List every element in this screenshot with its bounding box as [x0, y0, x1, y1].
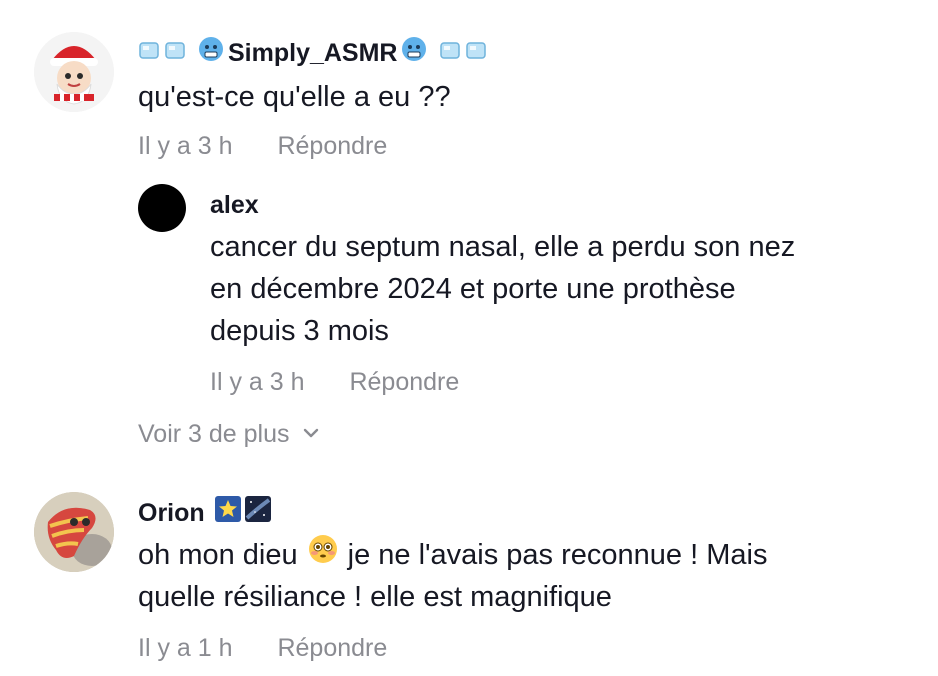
reply-button[interactable]: Répondre [277, 132, 387, 160]
avatar[interactable] [34, 32, 114, 112]
reply-button[interactable]: Répondre [349, 368, 459, 396]
chevron-down-icon [302, 418, 320, 450]
view-more-label: Voir 3 de plus [138, 420, 290, 448]
ice-cube-icon [465, 37, 487, 69]
comment-text-line-2: quelle résiliance ! elle est magnifique [138, 581, 612, 613]
comment-meta: Il y a 3 h Répondre [138, 130, 387, 162]
reply-text-line-2: en décembre 2024 et porte une prothèse [210, 273, 736, 305]
ice-cube-icon [439, 37, 461, 69]
comment-username[interactable]: Orion [138, 496, 271, 530]
username-text: Simply_ASMR [228, 39, 398, 67]
ice-cube-icon [164, 37, 186, 69]
comment-text-line-1: oh mon dieu je ne l'avais pas reconnue !… [138, 534, 767, 577]
milky-way-icon [244, 496, 271, 530]
avatar[interactable] [34, 492, 114, 572]
reply-alex: alex cancer du septum nasal, elle a perd… [0, 170, 938, 400]
comment-meta: Il y a 1 h Répondre [138, 632, 387, 664]
cold-face-icon [198, 36, 224, 70]
comment-time: Il y a 3 h [138, 132, 233, 160]
cold-face-icon [401, 36, 427, 70]
reply-meta: Il y a 3 h Répondre [210, 366, 459, 398]
santa-avatar-icon [34, 32, 114, 112]
reply-button[interactable]: Répondre [277, 634, 387, 662]
avatar[interactable] [138, 184, 186, 232]
glowing-star-icon [214, 496, 241, 530]
comment-username[interactable]: Simply_ASMR [138, 36, 487, 70]
comment-simply-asmr: Simply_ASMR qu'est-ce qu'elle a eu ?? Il… [0, 0, 938, 170]
comment-orion: Orion oh mon dieu je ne l'avais pas reco… [0, 480, 938, 676]
comment-time: Il y a 1 h [138, 634, 233, 662]
reply-username[interactable]: alex [210, 189, 259, 221]
view-more-replies-button[interactable]: Voir 3 de plus [138, 418, 320, 450]
flushed-face-emoji-icon [308, 534, 338, 577]
knitted-toy-avatar-icon [34, 492, 114, 572]
reply-text-line-3: depuis 3 mois [210, 315, 389, 347]
reply-time: Il y a 3 h [210, 368, 305, 396]
comment-text-part: oh mon dieu [138, 539, 298, 571]
comment-text: qu'est-ce qu'elle a eu ?? [138, 81, 451, 113]
username-text: Orion [138, 499, 205, 527]
ice-cube-icon [138, 37, 160, 69]
comment-text-part: je ne l'avais pas reconnue ! Mais [347, 539, 768, 571]
reply-text-line-1: cancer du septum nasal, elle a perdu son… [210, 231, 796, 263]
